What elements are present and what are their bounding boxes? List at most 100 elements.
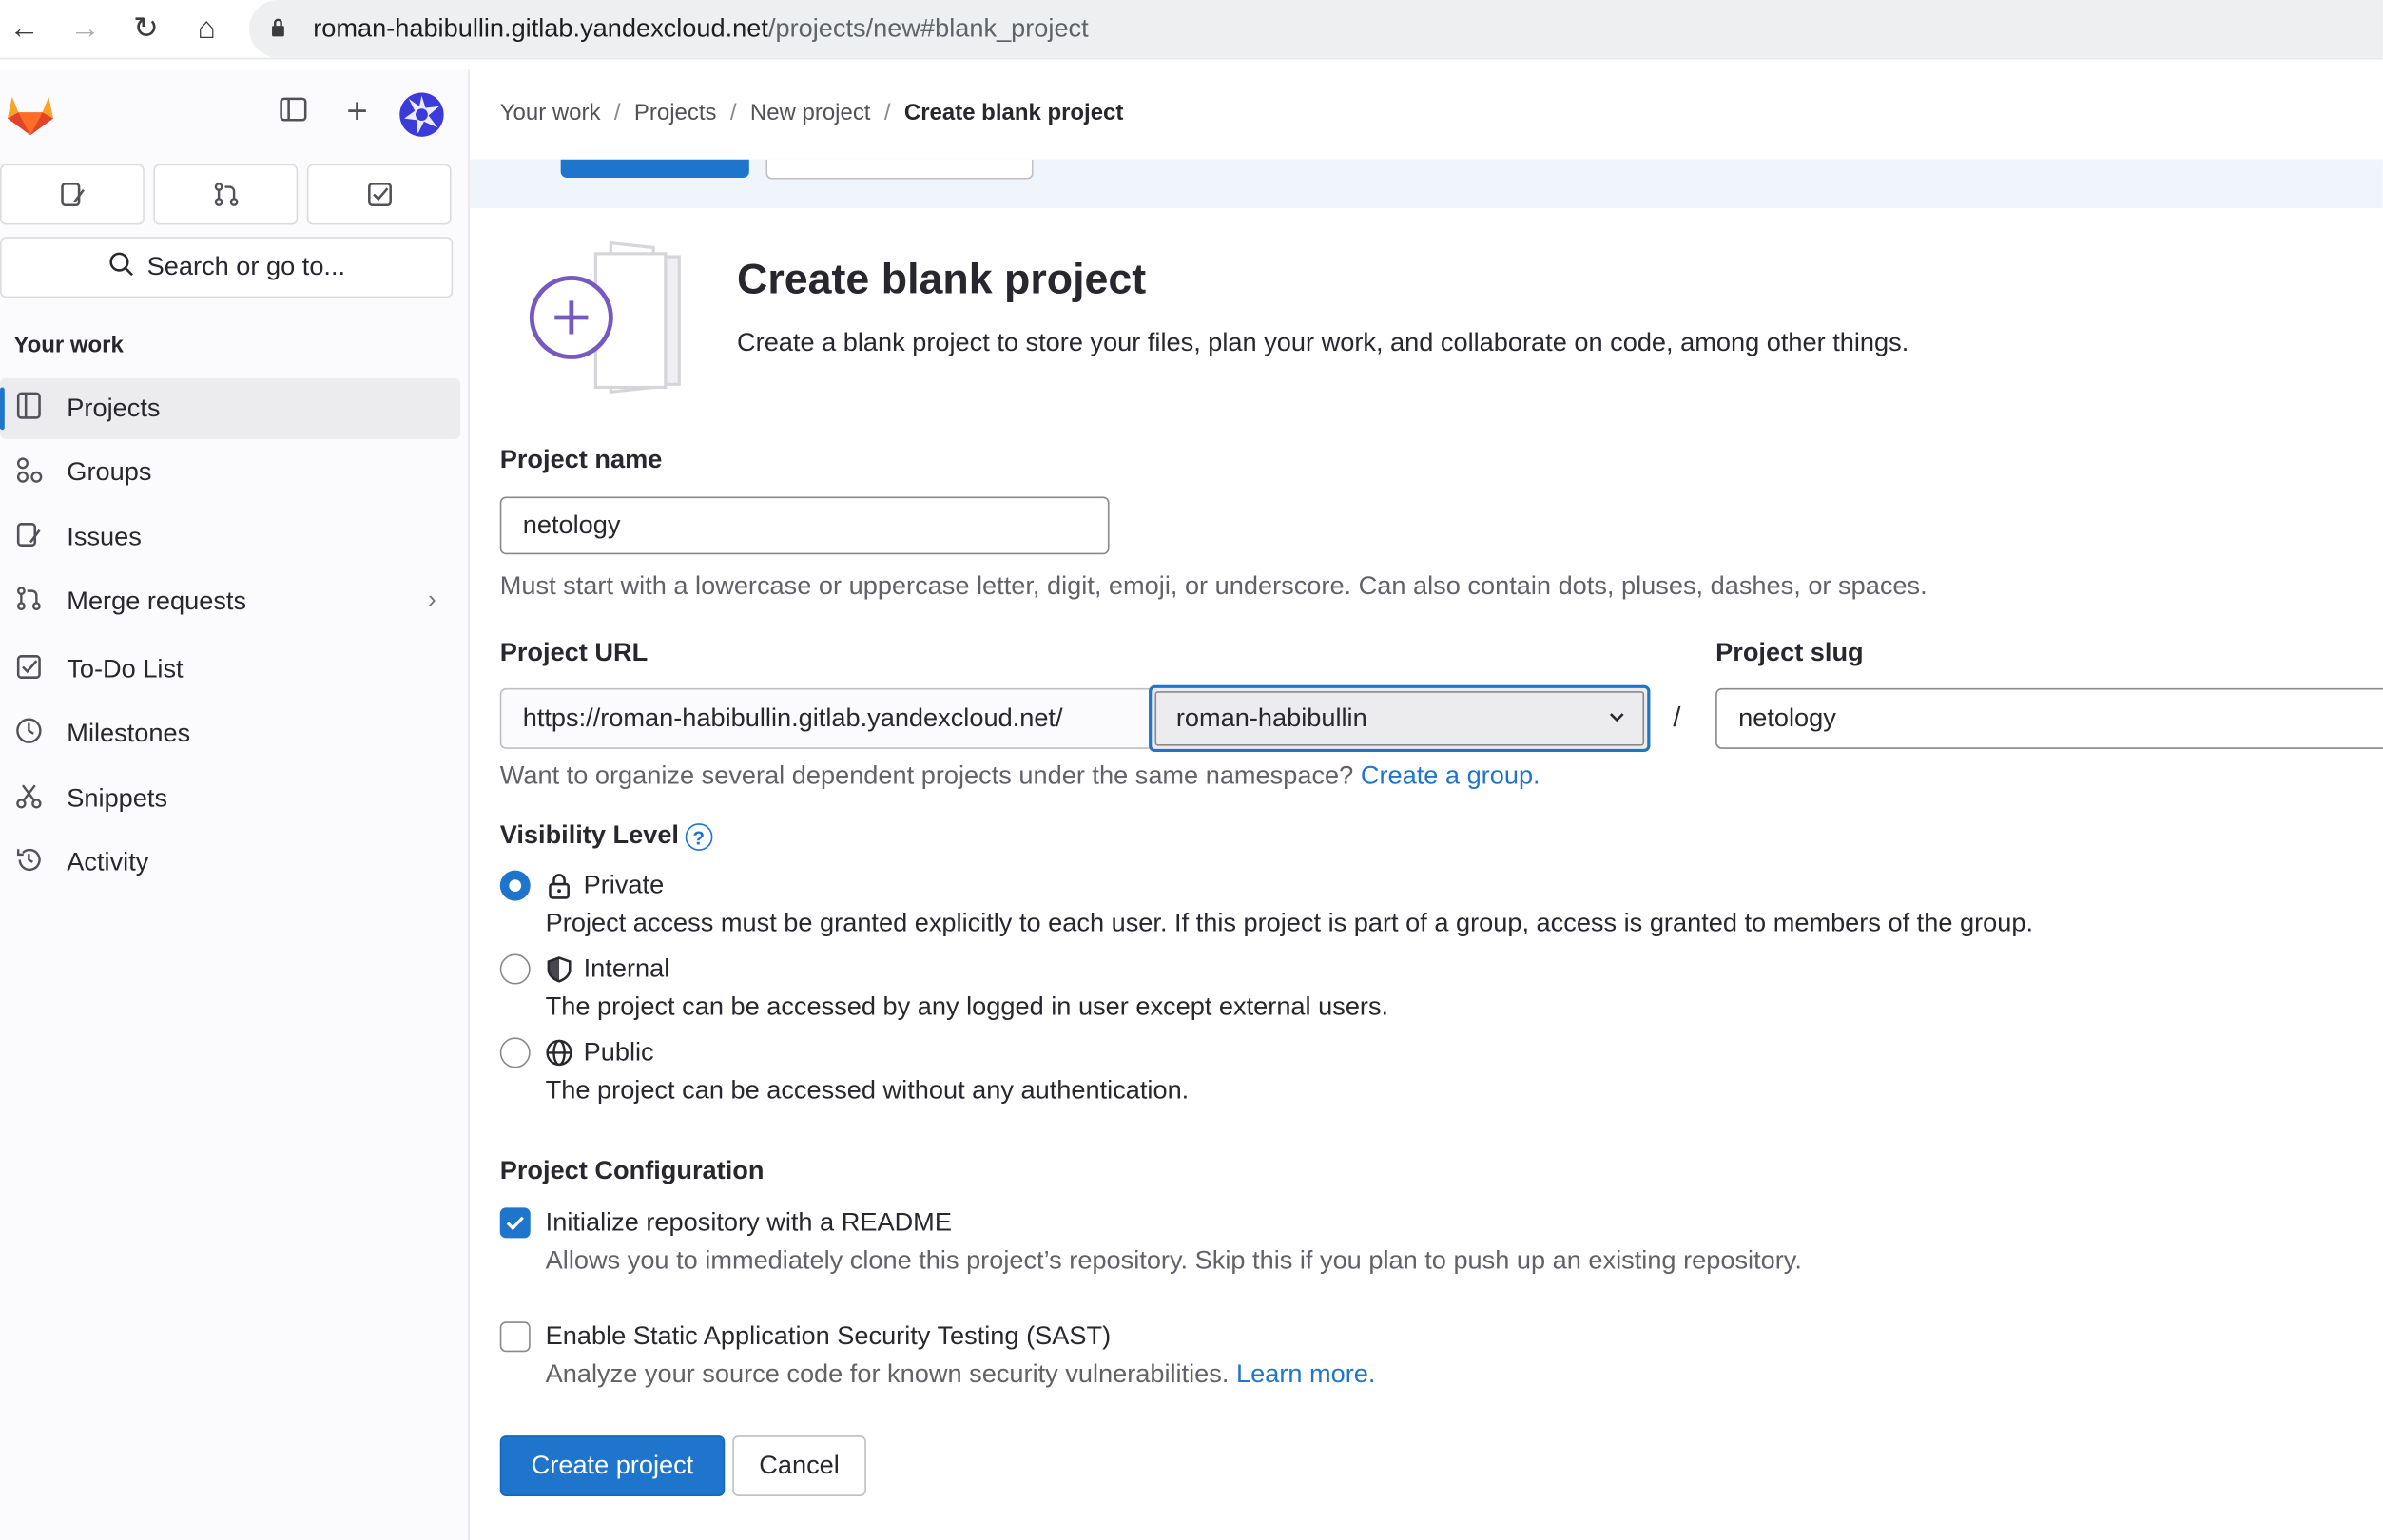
- create-group-link[interactable]: Create a group.: [1361, 761, 1540, 790]
- sidebar-item-activity[interactable]: Activity: [0, 833, 460, 894]
- sidebar-item-label: Issues: [67, 522, 142, 552]
- sidebar-item-snippets[interactable]: Snippets: [0, 769, 460, 830]
- merge-requests-tab[interactable]: [153, 164, 299, 225]
- project-name-label: Project name: [499, 445, 663, 474]
- project-slug-input[interactable]: netology: [1715, 687, 2383, 749]
- shield-icon: [547, 956, 572, 983]
- app-window: ← → ↻ ⌂ roman-habibullin.gitlab.yandexcl…: [0, 0, 2383, 1540]
- page-description: Create a blank project to store your fil…: [737, 328, 1909, 357]
- visibility-label: Visibility Level?: [500, 820, 713, 851]
- sidebar-item-label: Snippets: [67, 783, 168, 813]
- top-bar: Your work / Projects / New project / Create bl…: [469, 69, 2383, 162]
- todos-tab[interactable]: [306, 164, 452, 225]
- sidebar-item-groups[interactable]: Groups: [0, 442, 460, 503]
- visibility-internal-desc: The project can be accessed by any logge…: [545, 991, 1389, 1021]
- project-name-input[interactable]: netology: [499, 496, 1110, 555]
- breadcrumb-separator: /: [883, 100, 891, 126]
- url-slash: /: [1673, 702, 1681, 733]
- sast-label[interactable]: Enable Static Application Security Testi…: [546, 1321, 1111, 1352]
- sidebar-item-label: To-Do List: [67, 654, 184, 684]
- breadcrumb-your-work[interactable]: Your work: [500, 100, 601, 125]
- todo-icon: [13, 652, 44, 687]
- visibility-private-radio[interactable]: [499, 870, 531, 901]
- secondary-button-partial[interactable]: [765, 159, 1034, 180]
- visibility-internal-radio[interactable]: [499, 953, 531, 985]
- project-icon: [13, 391, 44, 426]
- page-title: Create blank project: [737, 255, 1147, 303]
- sidebar-item-label: Merge requests: [67, 586, 247, 616]
- project-url-prefix: https://roman-habibullin.gitlab.yandexcl…: [499, 687, 1151, 749]
- sidebar-section-title: Your work: [13, 332, 124, 359]
- issues-tab[interactable]: [0, 164, 145, 225]
- visibility-public-desc: The project can be accessed without any …: [545, 1075, 1190, 1105]
- globe-icon: [546, 1039, 572, 1067]
- reload-icon[interactable]: ↻: [129, 12, 163, 46]
- sidebar-item-label: Milestones: [67, 718, 191, 748]
- learn-more-link[interactable]: Learn more.: [1236, 1359, 1375, 1388]
- visibility-private-label[interactable]: Private: [584, 871, 665, 901]
- readme-desc: Allows you to immediately clone this pro…: [545, 1245, 1802, 1275]
- visibility-public-radio[interactable]: [499, 1037, 531, 1068]
- namespace-select[interactable]: roman-habibullin: [1149, 684, 1651, 753]
- sidebar-item-issues[interactable]: Issues: [0, 508, 460, 568]
- forward-icon[interactable]: →: [68, 12, 102, 46]
- namespace-value: roman-habibullin: [1175, 703, 1367, 733]
- project-name-help: Must start with a lowercase or uppercase…: [499, 570, 1928, 601]
- sast-desc: Analyze your source code for known secur…: [545, 1359, 1376, 1389]
- plus-icon[interactable]: +: [340, 93, 374, 129]
- sidebar-item-label: Groups: [67, 456, 152, 487]
- issues-icon: [13, 520, 44, 555]
- project-configuration-label: Project Configuration: [499, 1156, 765, 1185]
- sidebar-item-projects[interactable]: Projects: [0, 377, 461, 439]
- todo-icon: [367, 183, 392, 207]
- chevron-down-icon: [1608, 706, 1626, 731]
- sidebar-quick-tabs: [0, 164, 453, 225]
- sidebar-toggle-icon[interactable]: [277, 96, 310, 129]
- check-icon: [506, 1216, 524, 1231]
- blank-project-illustration: [529, 241, 681, 395]
- lock-icon: [272, 18, 284, 37]
- chevron-right-icon[interactable]: ›: [428, 587, 436, 615]
- home-icon[interactable]: ⌂: [190, 12, 223, 46]
- question-icon[interactable]: ?: [685, 822, 713, 851]
- breadcrumb-separator: /: [613, 100, 621, 126]
- readme-label[interactable]: Initialize repository with a README: [546, 1207, 952, 1238]
- cancel-button[interactable]: Cancel: [732, 1435, 866, 1497]
- snippet-icon: [13, 781, 44, 817]
- primary-button-partial[interactable]: [560, 159, 749, 178]
- breadcrumb: Your work / Projects / New project / Create bl…: [500, 100, 1124, 125]
- info-strip: [469, 159, 2383, 208]
- group-icon: [13, 455, 44, 491]
- history-icon: [13, 845, 44, 880]
- search-icon: [107, 250, 135, 285]
- search-label: Search or go to...: [146, 252, 346, 281]
- project-url-label: Project URL: [499, 638, 649, 667]
- merge-request-icon: [13, 584, 44, 619]
- sidebar-item-label: Projects: [67, 393, 161, 423]
- merge-request-icon: [213, 183, 238, 206]
- project-slug-label: Project slug: [1715, 638, 1864, 667]
- visibility-internal-label[interactable]: Internal: [584, 954, 670, 985]
- milestone-icon: [13, 716, 44, 751]
- breadcrumb-new-project[interactable]: New project: [750, 100, 871, 125]
- sidebar-item-merge-requests[interactable]: Merge requests ›: [0, 571, 460, 632]
- sidebar-item-label: Activity: [67, 847, 149, 877]
- address-text[interactable]: roman-habibullin.gitlab.yandexcloud.net/…: [313, 13, 1089, 44]
- readme-checkbox[interactable]: [499, 1207, 531, 1239]
- browser-toolbar: ← → ↻ ⌂ roman-habibullin.gitlab.yandexcl…: [0, 0, 2383, 60]
- sast-checkbox[interactable]: [499, 1321, 531, 1353]
- sidebar-item-todo-list[interactable]: To-Do List: [0, 640, 460, 701]
- namespace-help: Want to organize several dependent proje…: [499, 760, 1540, 790]
- breadcrumb-projects[interactable]: Projects: [634, 100, 717, 125]
- search-button[interactable]: Search or go to...: [0, 237, 454, 298]
- sidebar-item-milestones[interactable]: Milestones: [0, 703, 460, 764]
- lock-icon: [549, 874, 570, 899]
- visibility-private-desc: Project access must be granted explicitl…: [545, 908, 2034, 937]
- gitlab-logo-icon[interactable]: [6, 91, 54, 137]
- visibility-public-label[interactable]: Public: [584, 1037, 654, 1068]
- avatar[interactable]: [399, 92, 444, 137]
- sidebar: + Search or go to... Your work Projects: [0, 69, 470, 1540]
- breadcrumb-separator: /: [729, 100, 737, 126]
- create-project-button[interactable]: Create project: [499, 1435, 726, 1497]
- back-icon[interactable]: ←: [8, 12, 41, 46]
